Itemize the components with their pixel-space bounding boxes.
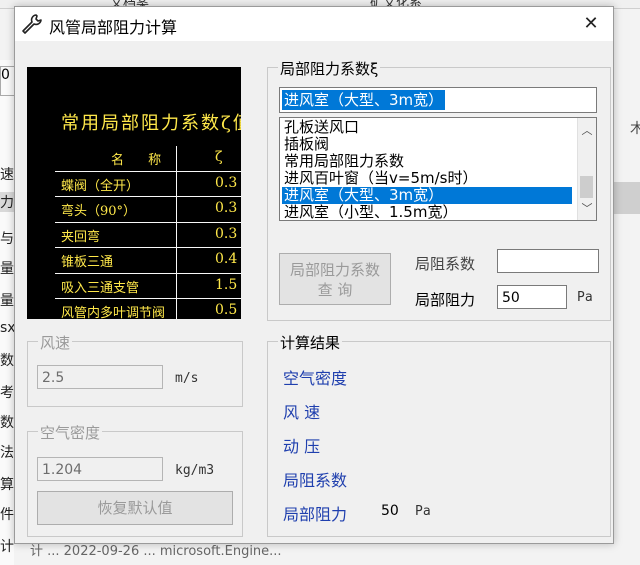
background-sidebar-item[interactable]: 考 xyxy=(0,382,14,402)
background-sidebar-item[interactable]: 速 xyxy=(0,164,14,184)
background-sidebar-item[interactable]: 数 xyxy=(0,412,14,432)
resistance-label: 局部阻力 xyxy=(415,291,476,309)
query-coefficient-button[interactable]: 局部阻力系数 查 询 xyxy=(279,253,391,305)
image-table-row: 吸入三通支管 1.5 xyxy=(55,274,241,299)
background-right-text: 木 xyxy=(630,121,640,137)
result-resistance-value: 50 xyxy=(381,503,399,519)
scrollbar-thumb[interactable] xyxy=(580,176,593,198)
image-table-title: 常用局部阻力系数ζ值 xyxy=(61,113,241,134)
wind-speed-label: 风速 xyxy=(38,332,73,353)
list-item[interactable]: 孔板送风口 xyxy=(282,119,572,136)
duct-resistance-dialog: 风管局部阻力计算 ✕ 常用局部阻力系数ζ值 名 称 ζ 蝶阀（全开） 0.3 弯… xyxy=(14,6,614,544)
coefficient-group-label: 局部阻力系数ξ xyxy=(278,58,381,79)
image-table-header: 名 称 ζ xyxy=(55,146,241,172)
image-header-name: 名 称 xyxy=(111,153,172,168)
chevron-down-icon[interactable]: ﹀ xyxy=(578,200,596,217)
title-bar[interactable]: 风管局部阻力计算 ✕ xyxy=(15,7,613,41)
background-right-selection xyxy=(612,182,640,214)
coefficient-label: 局阻系数 xyxy=(415,255,476,273)
result-coefficient-label: 局阻系数 xyxy=(283,471,348,490)
wrench-icon xyxy=(22,14,42,34)
image-table-row: 风管内多叶调节阀 0.5 xyxy=(55,299,241,319)
list-item[interactable]: 常用局部阻力系数 xyxy=(282,153,572,170)
result-air-density-label: 空气密度 xyxy=(283,369,348,388)
background-sidebar-item[interactable]: 算 xyxy=(0,474,14,494)
resistance-field[interactable]: 50 xyxy=(497,285,567,309)
image-row-value: 0.5 xyxy=(215,302,238,318)
coefficient-field[interactable] xyxy=(497,249,599,273)
coefficient-selected-value: 进风室（大型、3m宽） xyxy=(282,90,446,110)
result-dynamic-pressure-label: 动 压 xyxy=(283,437,321,456)
background-sidebar-item[interactable]: 件 xyxy=(0,504,14,524)
dialog-title: 风管局部阻力计算 xyxy=(49,18,178,37)
image-row-value: 0.3 xyxy=(215,225,238,242)
background-sidebar-item[interactable]: 量 xyxy=(0,258,14,278)
image-header-value: ζ xyxy=(215,149,223,165)
image-table: 名 称 ζ 蝶阀（全开） 0.3 弯头（90°） 0.3 夹回弯 0.3 锥板三… xyxy=(55,146,241,319)
result-resistance-label: 局部阻力 xyxy=(283,505,348,524)
image-row-value: 1.5 xyxy=(215,276,238,293)
list-item[interactable]: 插板阀 xyxy=(282,136,572,153)
image-row-name: 吸入三通支管 xyxy=(61,280,140,296)
image-row-name: 锥板三通 xyxy=(61,255,114,270)
query-button-line2: 查 询 xyxy=(317,281,353,299)
air-density-unit: kg/m3 xyxy=(175,463,215,478)
image-table-row: 蝶阀（全开） 0.3 xyxy=(55,172,241,197)
image-table-row: 夹回弯 0.3 xyxy=(55,223,241,248)
air-density-field[interactable]: 1.204 xyxy=(37,457,163,481)
wind-speed-field[interactable]: 2.5 xyxy=(37,365,163,389)
list-item[interactable]: 进风百叶窗（当v=5m/s时） xyxy=(282,170,572,187)
result-resistance-unit: Pa xyxy=(415,504,431,519)
image-row-name: 蝶阀（全开） xyxy=(61,178,140,194)
background-sidebar-item[interactable]: 与 xyxy=(0,228,14,248)
coefficient-listbox[interactable]: 孔板送风口 插板阀 常用局部阻力系数 进风百叶窗（当v=5m/s时） 进风室（大… xyxy=(279,117,597,221)
image-row-name: 风管内多叶调节阀 xyxy=(61,306,166,319)
reset-default-button[interactable]: 恢复默认值 xyxy=(37,491,233,525)
image-row-name: 夹回弯 xyxy=(61,229,101,245)
image-row-value: 0.4 xyxy=(215,251,238,267)
background-sidebar-item[interactable]: sx xyxy=(0,320,14,336)
resistance-unit: Pa xyxy=(577,290,593,305)
background-sidebar-item[interactable]: 量 xyxy=(0,290,14,310)
background-sidebar-item[interactable]: 力 xyxy=(0,192,14,212)
image-row-name: 弯头（90°） xyxy=(61,204,137,219)
image-row-value: 0.3 xyxy=(215,174,238,191)
air-density-label: 空气密度 xyxy=(38,422,103,443)
coefficient-select[interactable]: 进风室（大型、3m宽） xyxy=(279,87,597,113)
background-sidebar-item[interactable]: 计 xyxy=(0,536,14,556)
image-table-row: 弯头（90°） 0.3 xyxy=(55,197,241,223)
listbox-scrollbar[interactable]: ︿ ﹀ xyxy=(577,118,596,220)
image-table-row: 锥板三通 0.4 xyxy=(55,248,241,274)
chevron-up-icon[interactable]: ︿ xyxy=(578,122,596,139)
result-wind-speed-label: 风 速 xyxy=(283,403,321,422)
list-item[interactable]: 进风室（小型、1.5m宽） xyxy=(282,204,572,221)
wind-speed-unit: m/s xyxy=(175,371,199,386)
list-item-selected[interactable]: 进风室（大型、3m宽） xyxy=(282,187,572,204)
close-button[interactable]: ✕ xyxy=(577,11,605,37)
reference-table-image: 常用局部阻力系数ζ值 名 称 ζ 蝶阀（全开） 0.3 弯头（90°） 0.3 … xyxy=(27,67,241,319)
image-row-value: 0.3 xyxy=(215,200,238,216)
background-sidebar-item[interactable]: 法 xyxy=(0,442,14,462)
query-button-line1: 局部阻力系数 xyxy=(289,261,380,279)
result-group-label: 计算结果 xyxy=(278,332,343,353)
background-sidebar-item[interactable]: 数 xyxy=(0,350,14,370)
